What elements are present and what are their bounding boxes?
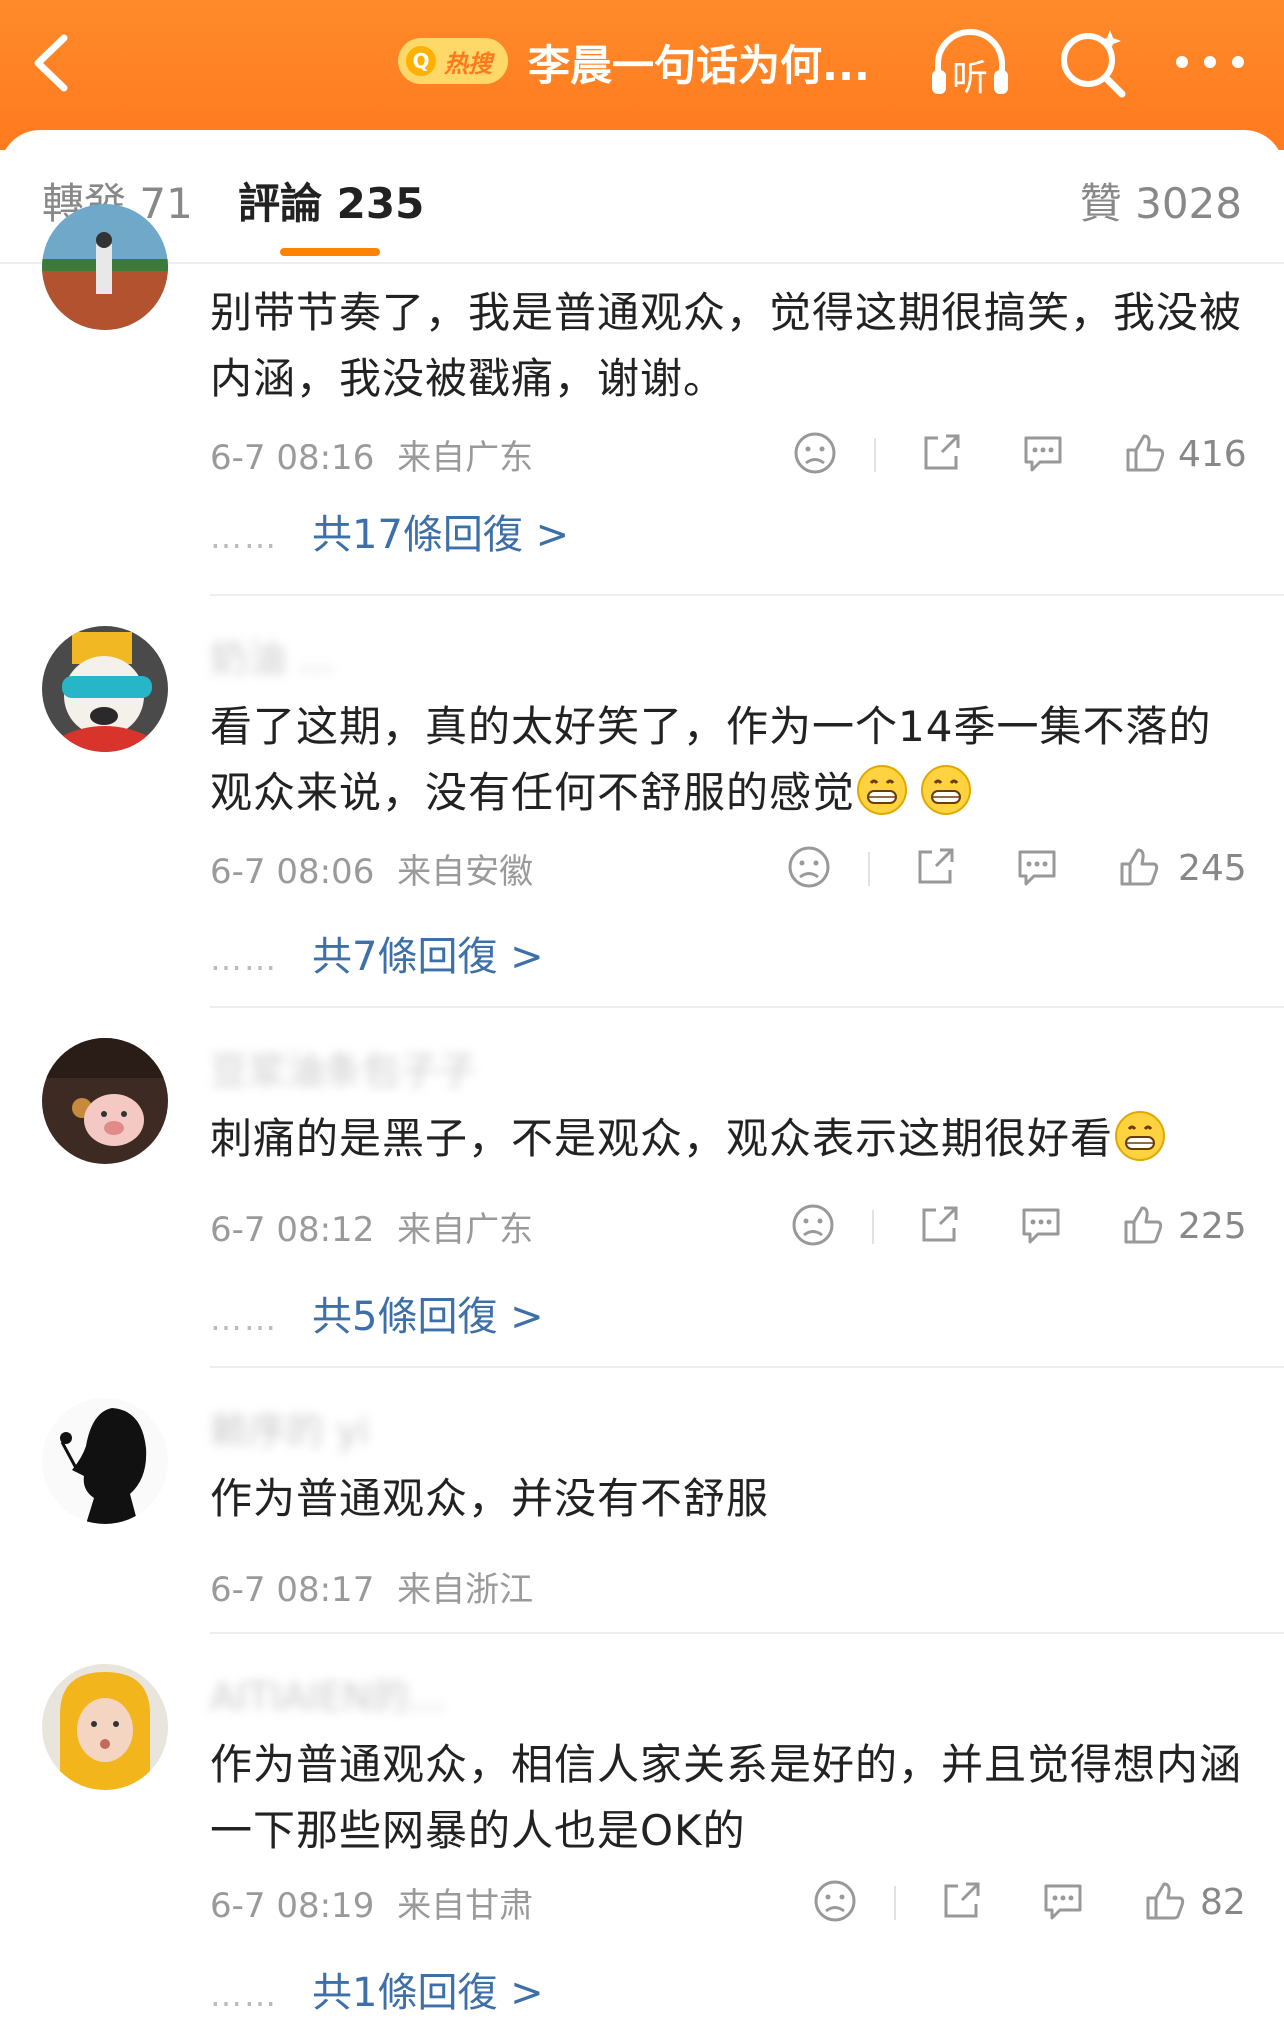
sad-face-icon[interactable]	[790, 1202, 836, 1248]
username[interactable]: 奶油 ...	[210, 628, 334, 683]
like-count: 245	[1178, 848, 1247, 889]
comment-meta: 6-7 08:17 来自浙江	[210, 1562, 533, 1611]
reply-icon[interactable]	[1014, 844, 1060, 890]
comment-text-body: 刺痛的是黑子，不是观众，观众表示这期很好看	[210, 1114, 1114, 1163]
hot-search-badge[interactable]: Q 热搜	[398, 38, 508, 84]
comment-text: 刺痛的是黑子，不是观众，观众表示这期很好看	[210, 1106, 1250, 1172]
replies-link[interactable]: …… 共17條回復 >	[210, 502, 569, 560]
tab-bar: 轉發 71 評論 235 贊 3028	[0, 130, 1284, 264]
comment-text: 看了这期，真的太好笑了，作为一个14季一集不落的观众来说，没有任何不舒服的感觉	[210, 694, 1250, 826]
avatar-image	[42, 626, 168, 752]
comment-time: 6-7 08:12	[210, 1210, 375, 1250]
action-separator	[872, 1210, 874, 1244]
avatar-image	[42, 204, 168, 330]
avatar[interactable]	[42, 1664, 168, 1790]
tab-comment[interactable]: 評論 235	[238, 170, 424, 231]
tab-like[interactable]: 贊 3028	[1080, 170, 1242, 231]
replies-label: 共1條回復 >	[312, 1970, 544, 2016]
comment-location: 来自甘肃	[397, 1886, 534, 1926]
share-icon[interactable]	[912, 844, 958, 890]
search-icon[interactable]	[1052, 22, 1132, 102]
action-separator	[874, 438, 876, 472]
replies-dots: ……	[210, 1300, 278, 1338]
grin-emoji-icon	[1115, 1111, 1166, 1161]
comment-time: 6-7 08:16	[210, 438, 375, 478]
comment-actions: 416	[792, 430, 1247, 480]
comment-location: 来自安徽	[397, 852, 534, 892]
active-tab-indicator	[280, 248, 380, 256]
comment-item: 奶油 ... 看了这期，真的太好笑了，作为一个14季一集不落的观众来说，没有任何…	[0, 598, 1284, 1010]
like-count: 225	[1178, 1206, 1247, 1247]
comment-time: 6-7 08:06	[210, 852, 375, 892]
comment-location: 来自广东	[397, 1210, 534, 1250]
comment-location: 来自广东	[397, 438, 534, 478]
comment-meta: 6-7 08:06 来自安徽	[210, 844, 533, 893]
avatar[interactable]	[42, 626, 168, 752]
comment-item: 赖序的 yi 作为普通观众，并没有不舒服 6-7 08:17 来自浙江	[0, 1368, 1284, 1634]
comment-text: 作为普通观众，相信人家关系是好的，并且觉得想内涵一下那些网暴的人也是OK的	[210, 1740, 1243, 1855]
reply-icon[interactable]	[1040, 1878, 1086, 1924]
comment-text: 作为普通观众，并没有不舒服	[210, 1474, 770, 1523]
reply-icon[interactable]	[1020, 430, 1066, 476]
action-separator	[894, 1886, 896, 1920]
comment-item: AITIAIEN的... 作为普通观众，相信人家关系是好的，并且觉得想内涵一下那…	[0, 1634, 1284, 2037]
sad-face-icon[interactable]	[786, 844, 832, 890]
share-icon[interactable]	[916, 1202, 962, 1248]
comment-text: 别带节奏了，我是普通观众，觉得这期很搞笑，我没被内涵，我没被戳痛，谢谢。	[210, 288, 1243, 403]
reply-icon[interactable]	[1018, 1202, 1064, 1248]
like-icon[interactable]	[1116, 844, 1162, 890]
replies-dots: ……	[210, 518, 278, 556]
comment-actions: 82	[812, 1878, 1246, 1928]
avatar-image	[42, 1038, 168, 1164]
comment-divider	[210, 594, 1284, 596]
replies-label: 共7條回復 >	[312, 934, 544, 980]
replies-label: 共5條回復 >	[312, 1294, 544, 1340]
comment-meta: 6-7 08:19 来自甘肃	[210, 1878, 533, 1927]
username[interactable]: 赖序的 yi	[210, 1400, 369, 1455]
share-icon[interactable]	[918, 430, 964, 476]
back-icon[interactable]	[28, 28, 78, 98]
avatar-image	[42, 1664, 168, 1790]
comment-item: 别带节奏了，我是普通观众，觉得这期很搞笑，我没被内涵，我没被戳痛，谢谢。 6-7…	[0, 204, 1284, 598]
comment-location: 来自浙江	[397, 1570, 534, 1610]
like-icon[interactable]	[1142, 1878, 1188, 1924]
like-icon[interactable]	[1120, 1202, 1166, 1248]
avatar[interactable]	[42, 1398, 168, 1524]
like-count: 416	[1178, 434, 1247, 475]
like-count: 82	[1200, 1882, 1246, 1923]
sad-face-icon[interactable]	[792, 430, 838, 476]
replies-dots: ……	[210, 940, 278, 978]
comment-time: 6-7 08:17	[210, 1570, 375, 1610]
listen-label: 听	[952, 58, 988, 99]
avatar[interactable]	[42, 204, 168, 330]
top-bar: Q 热搜 李晨一句话为何... 听	[0, 0, 1284, 150]
avatar-image	[42, 1398, 168, 1524]
comment-item: 豆浆油条包子子 刺痛的是黑子，不是观众，观众表示这期很好看 6-7 08:12 …	[0, 1010, 1284, 1368]
grin-emoji-icon	[921, 765, 972, 815]
share-icon[interactable]	[938, 1878, 984, 1924]
comment-time: 6-7 08:19	[210, 1886, 375, 1926]
comment-meta: 6-7 08:16 来自广东	[210, 430, 533, 479]
comment-actions: 225	[790, 1202, 1247, 1252]
replies-link[interactable]: …… 共5條回復 >	[210, 1284, 544, 1342]
replies-link[interactable]: …… 共7條回復 >	[210, 924, 544, 982]
replies-label: 共17條回復 >	[312, 512, 570, 558]
like-icon[interactable]	[1122, 430, 1168, 476]
search-icon: Q	[406, 46, 436, 76]
headphones-icon[interactable]: 听	[928, 22, 1012, 102]
comment-text-body: 看了这期，真的太好笑了，作为一个14季一集不落的观众来说，没有任何不舒服的感觉	[210, 702, 1212, 817]
replies-link[interactable]: …… 共1條回復 >	[210, 1960, 544, 2018]
page-title[interactable]: 李晨一句话为何...	[528, 32, 870, 93]
grin-emoji-icon	[857, 765, 908, 815]
sad-face-icon[interactable]	[812, 1878, 858, 1924]
avatar[interactable]	[42, 1038, 168, 1164]
comment-divider	[210, 1006, 1284, 1008]
more-icon[interactable]	[1170, 40, 1250, 84]
replies-dots: ……	[210, 1976, 278, 2014]
username[interactable]: 豆浆油条包子子	[210, 1040, 476, 1095]
comment-meta: 6-7 08:12 来自广东	[210, 1202, 533, 1251]
comment-actions: 245	[786, 844, 1247, 894]
username[interactable]: AITIAIEN的...	[210, 1666, 446, 1721]
action-separator	[868, 852, 870, 886]
